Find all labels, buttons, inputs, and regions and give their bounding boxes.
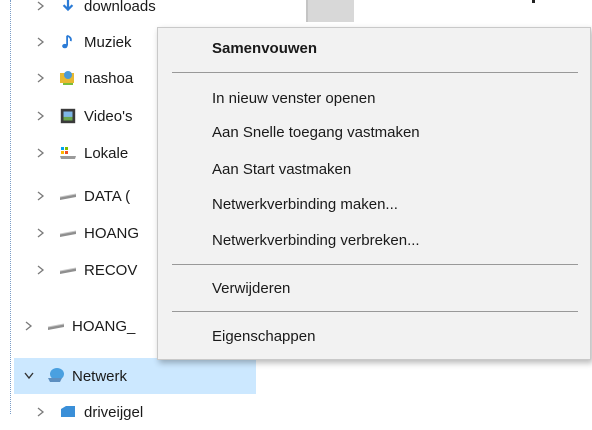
downloads-icon	[58, 0, 78, 15]
nav-item-videos[interactable]: Video's	[34, 98, 132, 134]
chevron-down-icon[interactable]	[22, 369, 36, 383]
nav-item-nashoa[interactable]: nashoa	[34, 60, 133, 96]
context-menu: Samenvouwen In nieuw venster openen Aan …	[157, 27, 591, 360]
chevron-right-icon[interactable]	[34, 109, 48, 123]
menu-item-map-network-drive[interactable]: Netwerkverbinding maken...	[212, 190, 398, 220]
menu-item-open-new-window[interactable]: In nieuw venster openen	[212, 84, 375, 114]
nav-item-label: HOANG_	[72, 317, 136, 335]
chevron-right-icon[interactable]	[34, 0, 48, 13]
nav-item-lokale[interactable]: Lokale	[34, 135, 128, 171]
chevron-right-icon[interactable]	[34, 189, 48, 203]
network-user-folder-icon	[58, 69, 78, 87]
nav-item-hoang-underscore[interactable]: HOANG_	[22, 308, 135, 344]
local-disk-icon	[58, 144, 78, 162]
menu-item-pin-start[interactable]: Aan Start vastmaken	[212, 155, 351, 185]
drive-icon	[58, 224, 78, 242]
nav-item-label: nashoa	[84, 69, 134, 87]
nav-item-label: driveijgel	[84, 403, 144, 421]
drive-icon	[58, 261, 78, 279]
menu-item-verwijderen[interactable]: Verwijderen	[212, 274, 290, 304]
nav-item-downloads[interactable]: downloads	[34, 0, 156, 24]
nav-item-muziek[interactable]: Muziek	[34, 24, 132, 60]
network-icon	[46, 367, 66, 385]
nav-item-label: Lokale	[84, 144, 129, 162]
menu-separator	[172, 72, 578, 73]
nav-item-label: HOANG	[84, 224, 140, 242]
chevron-right-icon[interactable]	[34, 146, 48, 160]
video-icon	[58, 107, 78, 125]
chevron-right-icon[interactable]	[34, 405, 48, 419]
network-folder-icon	[58, 403, 78, 421]
nav-item-label: RECOV	[84, 261, 138, 279]
nav-item-recov[interactable]: RECOV	[34, 252, 137, 288]
menu-item-samenvouwen[interactable]: Samenvouwen	[212, 34, 317, 64]
chevron-right-icon[interactable]	[34, 71, 48, 85]
nav-item-label: DATA (	[84, 187, 131, 205]
nav-item-label: Video's	[84, 107, 133, 125]
drive-icon	[58, 187, 78, 205]
drive-icon	[46, 317, 66, 335]
nav-item-hoang[interactable]: HOANG	[34, 215, 139, 251]
music-icon	[58, 33, 78, 51]
menu-item-pin-quick-access[interactable]: Aan Snelle toegang vastmaken	[212, 118, 420, 148]
nav-item-label: downloads	[84, 0, 156, 15]
chevron-right-icon[interactable]	[34, 226, 48, 240]
tree-guide-line	[10, 0, 11, 414]
nav-item-netwerk[interactable]: Netwerk	[22, 358, 127, 394]
content-pane-thumbnail	[306, 0, 354, 22]
menu-item-disconnect-network-drive[interactable]: Netwerkverbinding verbreken...	[212, 226, 420, 256]
menu-item-eigenschappen[interactable]: Eigenschappen	[212, 322, 315, 352]
nav-item-label: Netwerk	[72, 367, 128, 385]
menu-separator	[172, 311, 578, 312]
chevron-right-icon[interactable]	[34, 263, 48, 277]
content-pane-text-fragment	[532, 0, 535, 3]
menu-separator	[172, 264, 578, 265]
nav-item-label: Muziek	[84, 33, 132, 51]
nav-item-data[interactable]: DATA (	[34, 178, 130, 214]
nav-item-driveijgel[interactable]: driveijgel	[34, 394, 143, 430]
chevron-right-icon[interactable]	[22, 319, 36, 333]
chevron-right-icon[interactable]	[34, 35, 48, 49]
